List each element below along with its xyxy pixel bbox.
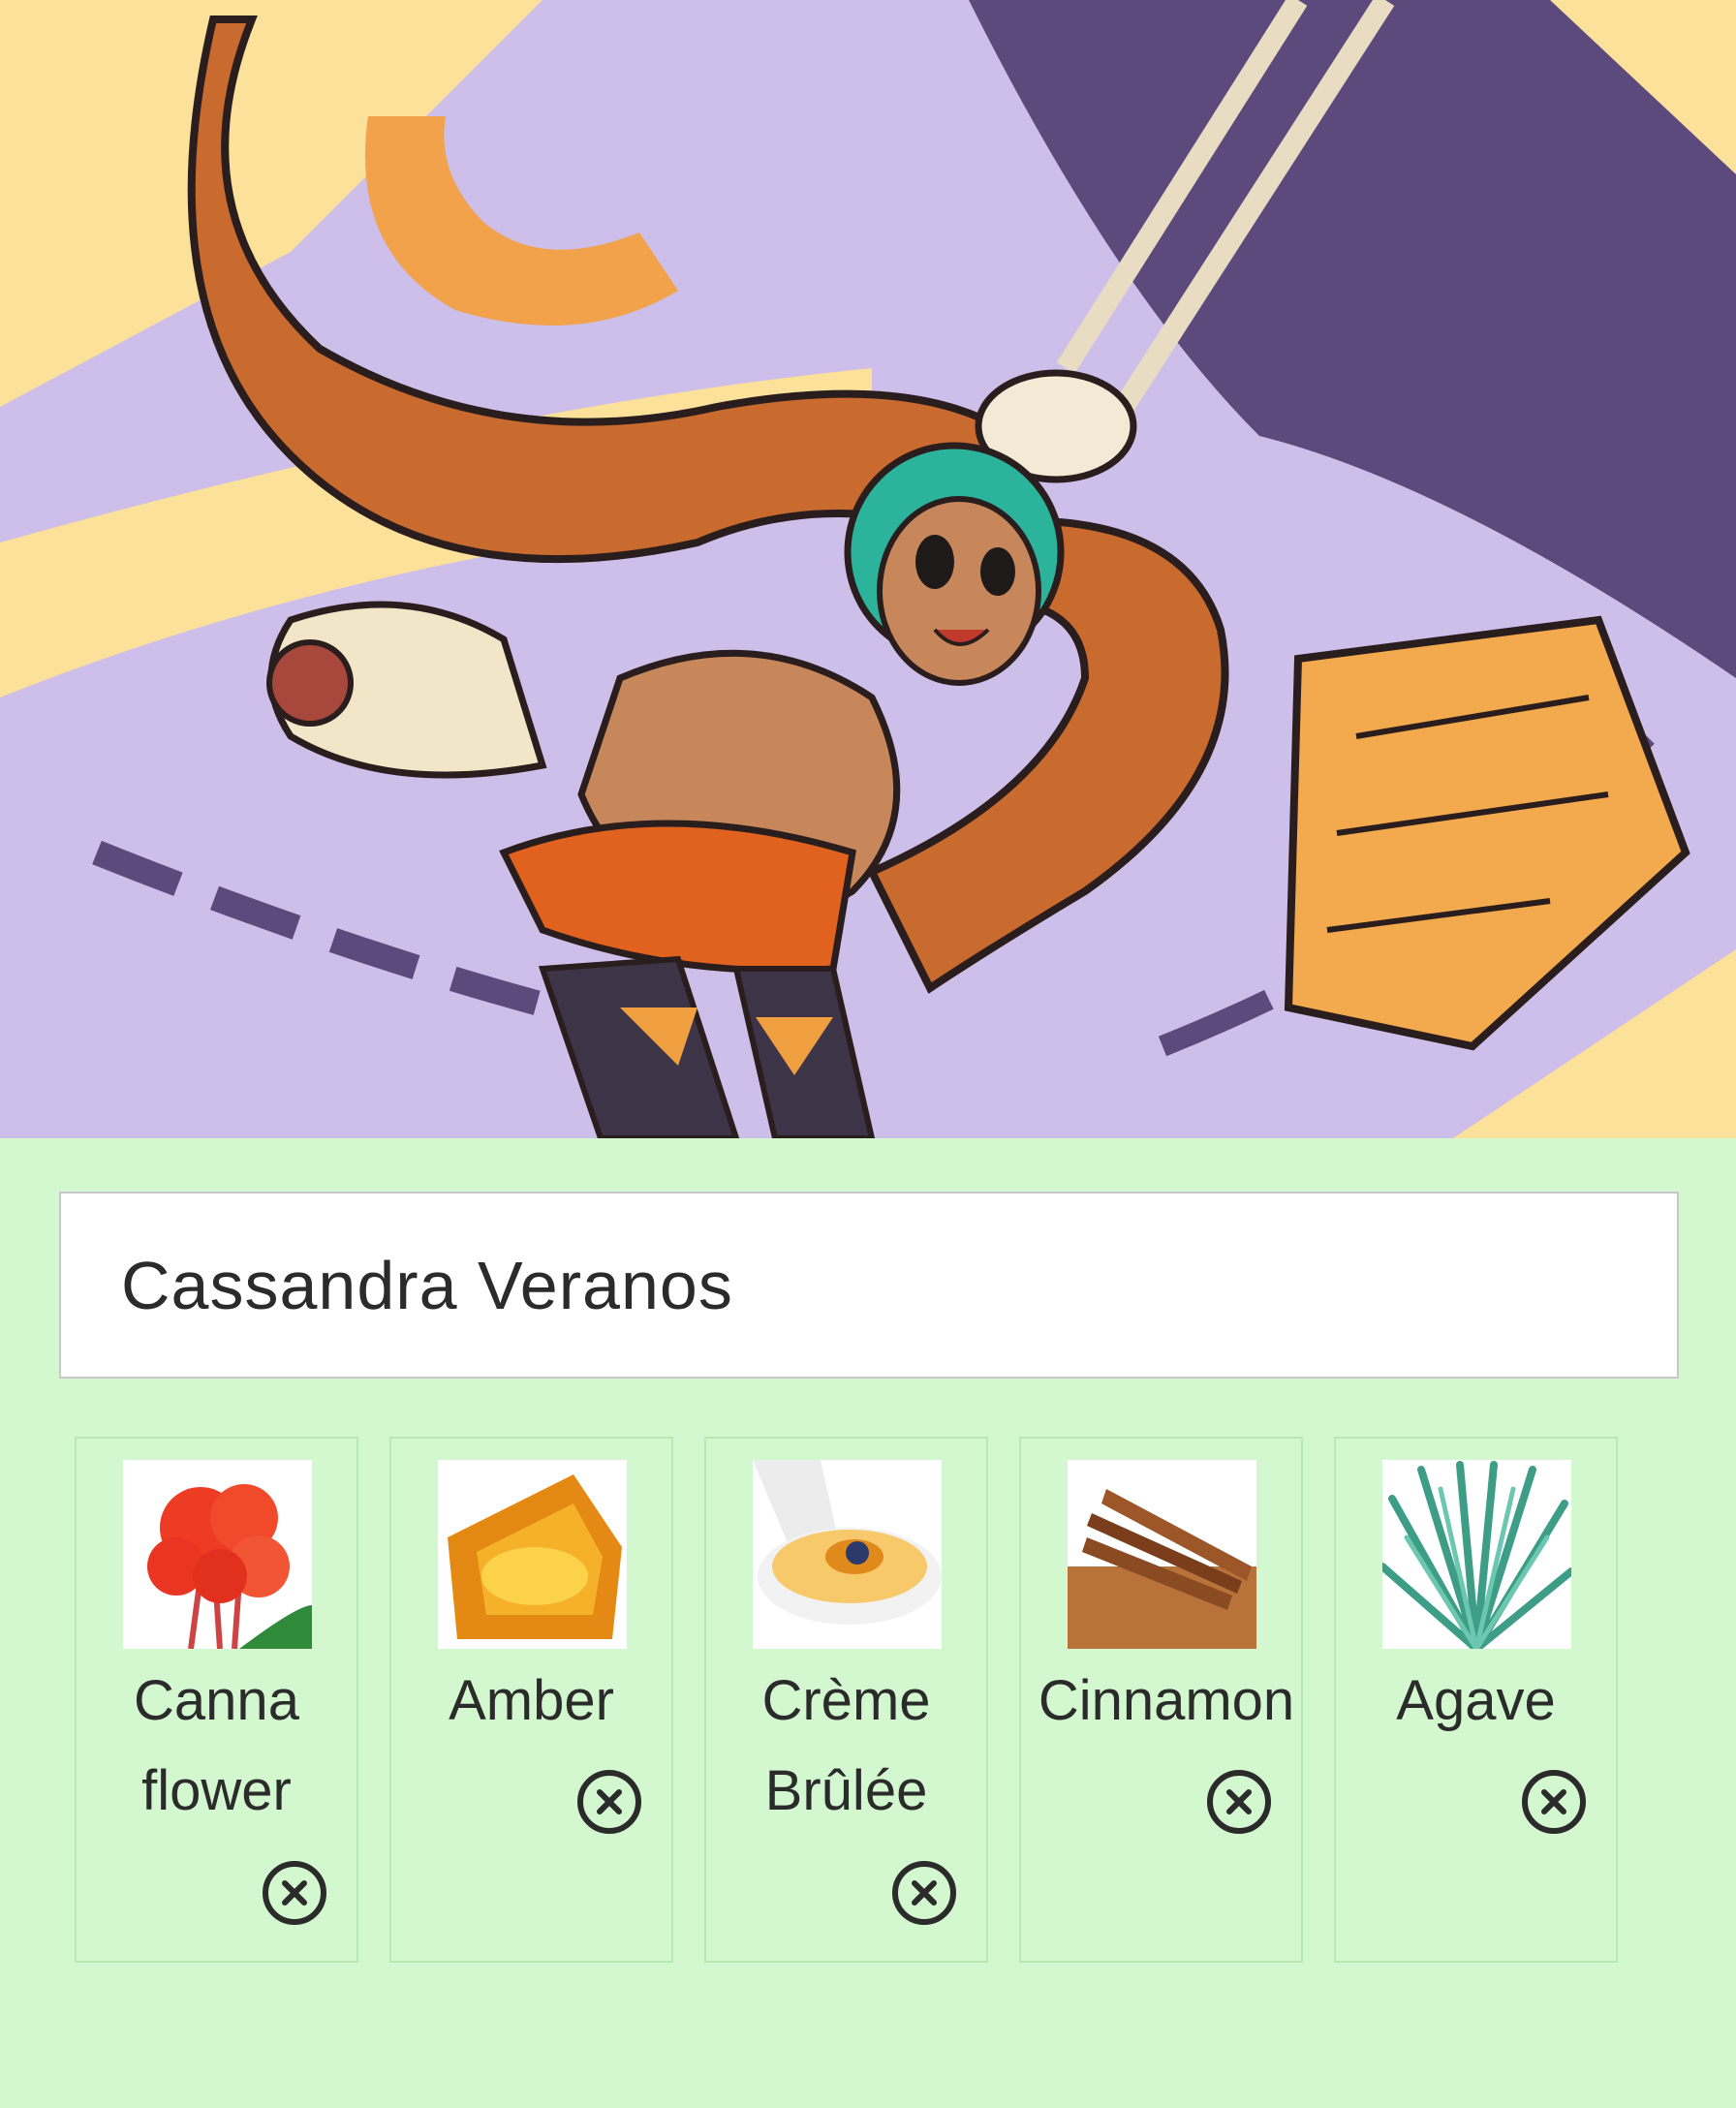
close-circle-icon[interactable] <box>1520 1768 1588 1836</box>
character-artwork <box>0 0 1736 1138</box>
note-label: Canna flower <box>77 1656 356 1836</box>
close-circle-icon[interactable] <box>1205 1768 1273 1836</box>
character-name-value: Cassandra Veranos <box>121 1247 733 1323</box>
note-card-canna-flower: Canna flower <box>75 1437 358 1963</box>
note-label-line: Canna <box>134 1669 299 1732</box>
note-label-line: Amber <box>449 1669 614 1732</box>
agave-image <box>1382 1460 1571 1649</box>
note-card-cinnamon: Cinnamon <box>1019 1437 1303 1963</box>
note-card-amber: Amber <box>389 1437 673 1963</box>
creme-brulee-image <box>753 1460 942 1649</box>
cinnamon-image <box>1068 1460 1256 1649</box>
note-label: Agave <box>1336 1656 1616 1746</box>
amber-image <box>438 1460 627 1649</box>
character-panel: Cassandra Veranos Canna flower Amber Crè… <box>0 1138 1736 2108</box>
close-circle-icon[interactable] <box>575 1768 643 1836</box>
close-circle-icon[interactable] <box>261 1859 328 1927</box>
note-card-agave: Agave <box>1334 1437 1618 1963</box>
note-label: Crème Brûlée <box>706 1656 986 1836</box>
note-label-line: Crème <box>761 1669 931 1732</box>
canna-flower-image <box>123 1460 312 1649</box>
note-card-creme-brulee: Crème Brûlée <box>704 1437 988 1963</box>
note-label-line: Agave <box>1396 1669 1556 1732</box>
character-name-field[interactable]: Cassandra Veranos <box>59 1192 1679 1379</box>
character-illustration <box>0 0 1736 1138</box>
note-label-line: flower <box>141 1759 292 1822</box>
note-label-line: Brûlée <box>764 1759 928 1822</box>
note-label: Cinnamon <box>1011 1656 1321 1746</box>
note-label-line: Cinnamon <box>1038 1669 1295 1732</box>
close-circle-icon[interactable] <box>890 1859 958 1927</box>
note-label: Amber <box>391 1656 671 1746</box>
